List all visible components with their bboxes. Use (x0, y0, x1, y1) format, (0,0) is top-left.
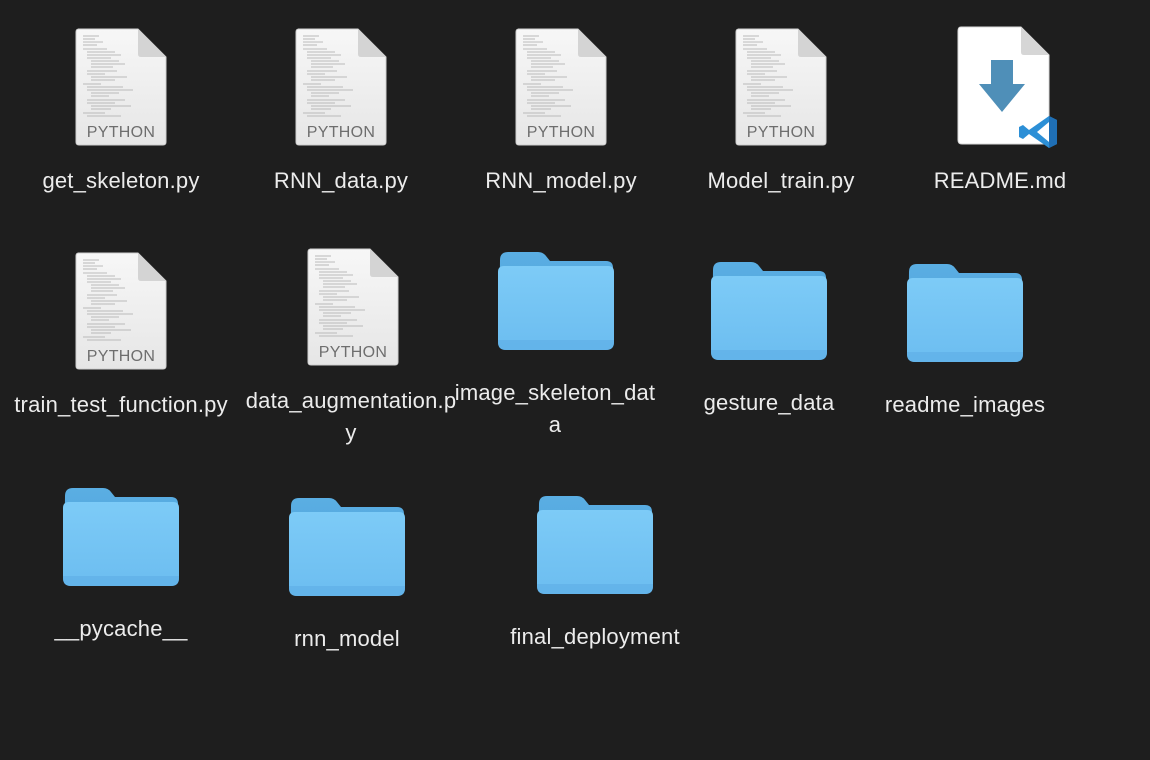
folder-final-deployment[interactable]: final_deployment (485, 494, 705, 664)
file-name: Model_train.py (707, 168, 855, 193)
folder-icon (496, 250, 616, 352)
folder-icon (287, 496, 407, 598)
file-name: README.md (933, 168, 1067, 193)
folder-icon (905, 262, 1025, 364)
file-readme[interactable]: README.md (891, 26, 1111, 196)
folder-rnn-model[interactable]: rnn_model (237, 496, 457, 666)
file-get-skeleton[interactable]: PYTHON get_skeleton.py (11, 26, 231, 196)
folder-readme-images[interactable]: readme_images (855, 262, 1075, 432)
python-file-icon: PYTHON (515, 28, 607, 146)
svg-text:PYTHON: PYTHON (747, 124, 815, 141)
svg-text:PYTHON: PYTHON (87, 348, 155, 365)
folder-image-skeleton-data[interactable]: image_skeleton_data (445, 250, 665, 450)
file-train-test-function[interactable]: PYTHON train_test_function.py (11, 250, 231, 460)
python-file-icon: PYTHON (307, 248, 399, 366)
folder-icon (535, 494, 655, 596)
folder-gesture-data[interactable]: gesture_data (659, 260, 879, 430)
python-file-icon: PYTHON (295, 28, 387, 146)
file-name: data_augmentation.py (245, 388, 457, 445)
python-file-icon: PYTHON (75, 252, 167, 370)
folder-name: rnn_model (294, 626, 400, 651)
file-rnn-model[interactable]: PYTHON RNN_model.py (451, 26, 671, 196)
svg-text:PYTHON: PYTHON (87, 124, 155, 141)
folder-icon (61, 486, 181, 588)
vscode-document-icon (957, 26, 1057, 148)
python-file-icon: PYTHON (735, 28, 827, 146)
folder-name: final_deployment (510, 624, 680, 649)
folder-pycache[interactable]: __pycache__ (11, 486, 231, 656)
file-rnn-data[interactable]: PYTHON RNN_data.py (231, 26, 451, 196)
file-name: RNN_model.py (485, 168, 637, 193)
folder-name: __pycache__ (54, 616, 188, 641)
file-name: RNN_data.py (273, 168, 409, 193)
svg-text:PYTHON: PYTHON (527, 124, 595, 141)
file-model-train[interactable]: PYTHON Model_train.py (671, 26, 891, 196)
file-name: get_skeleton.py (42, 168, 200, 193)
file-name: train_test_function.py (14, 392, 228, 417)
python-file-icon: PYTHON (75, 28, 167, 146)
folder-icon (709, 260, 829, 362)
folder-name: image_skeleton_data (454, 380, 656, 437)
file-data-augmentation[interactable]: PYTHON data_augmentation.py (243, 246, 463, 456)
folder-name: readme_images (884, 392, 1046, 417)
folder-name: gesture_data (703, 390, 835, 415)
svg-text:PYTHON: PYTHON (319, 344, 387, 361)
svg-text:PYTHON: PYTHON (307, 124, 375, 141)
